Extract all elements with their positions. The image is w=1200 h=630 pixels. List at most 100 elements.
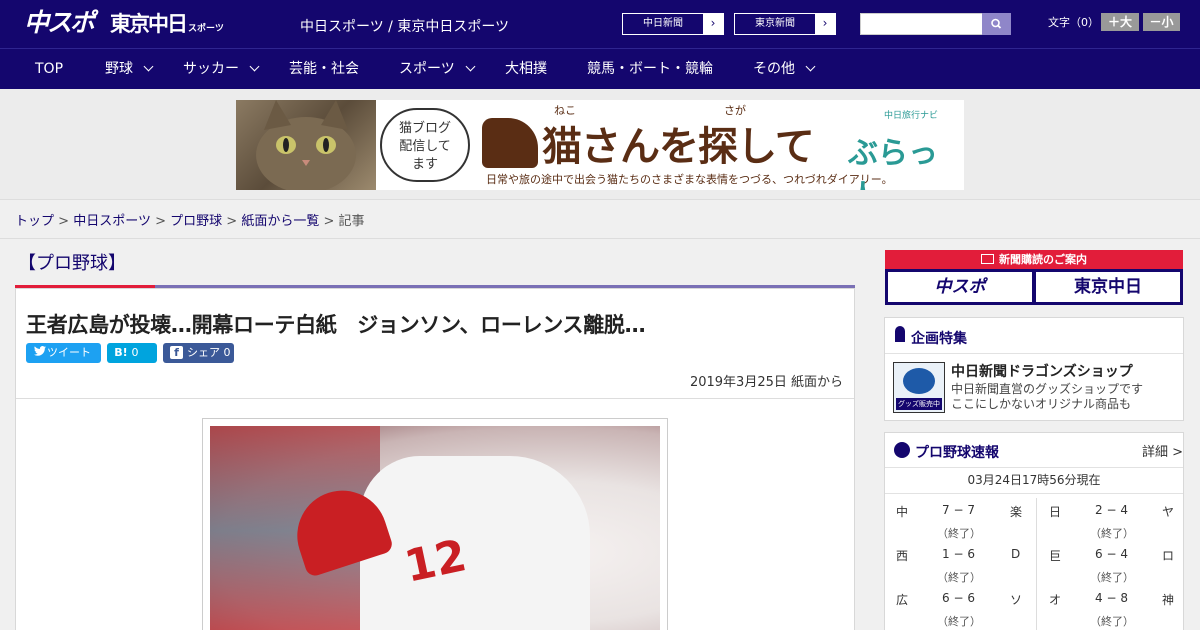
dragons-shop-link[interactable]: 中日新聞ドラゴンズショップ — [951, 361, 1133, 381]
cat-blog-banner[interactable]: 猫ブログ 配信して ます ねこ さが 猫さんを探して 日常や旅の途中で出会う猫た… — [236, 100, 964, 190]
tweet-button[interactable]: ツイート — [26, 343, 101, 363]
subscription-header[interactable]: 新聞購読のご案内 — [885, 250, 1183, 269]
breadcrumb-top[interactable]: トップ — [15, 214, 54, 229]
nav-sumo[interactable]: 大相撲 — [505, 49, 547, 89]
game-away: ソ — [1010, 593, 1023, 607]
nav-entertainment-label: 芸能・社会 — [289, 61, 359, 77]
chevron-down-icon — [249, 61, 260, 72]
game-home: 西 — [896, 549, 909, 563]
chevron-down-icon — [143, 61, 154, 72]
banner-speech-text: 猫ブログ 配信して ます — [398, 121, 451, 172]
nav-other-label: その他 — [753, 61, 795, 77]
hatena-count: 0 — [131, 346, 139, 359]
nav-sumo-label: 大相撲 — [505, 61, 547, 77]
tweet-label: ツイート — [47, 346, 91, 359]
game-score[interactable]: 2 − 4 — [1095, 503, 1128, 517]
font-increase-button[interactable]: ＋大 — [1101, 13, 1139, 31]
article-photo[interactable]: 12 — [210, 426, 660, 630]
game-away: 神 — [1162, 593, 1175, 607]
game-score[interactable]: 6 − 6 — [942, 591, 975, 605]
breadcrumb-current: 記事 — [338, 214, 365, 229]
article-divider — [16, 398, 854, 399]
main-nav: TOP 野球 サッカー 芸能・社会 スポーツ 大相撲 競馬・ボート・競輪 その他 — [0, 48, 1200, 89]
chevron-down-icon — [805, 61, 816, 72]
cat-silhouette-icon — [482, 118, 538, 168]
tokyo-shimbun-button[interactable]: 東京新聞 › — [734, 13, 836, 35]
feature-desc-line-2: ここにしかないオリジナル商品も — [951, 397, 1132, 411]
breadcrumb-separator: > — [155, 214, 166, 229]
breadcrumb-separator: > — [58, 214, 70, 229]
nav-top[interactable]: TOP — [35, 49, 63, 89]
dragons-shop-thumbnail[interactable]: グッズ販売中 — [893, 362, 945, 413]
baseball-icon — [894, 442, 910, 458]
ribbon-icon — [895, 326, 905, 342]
banner-brand: ぶらっ人 — [848, 136, 938, 190]
nav-sports[interactable]: スポーツ — [399, 49, 476, 89]
tokyo-chunichi-logo[interactable]: 東京中日 スポーツ — [110, 9, 224, 39]
scores-detail-link[interactable]: 詳細 > — [1142, 441, 1183, 460]
nav-baseball[interactable]: 野球 — [105, 49, 154, 89]
game-score[interactable]: 4 − 8 — [1095, 591, 1128, 605]
game-score[interactable]: 6 − 4 — [1095, 547, 1128, 561]
game-home: 日 — [1049, 505, 1062, 519]
search-input[interactable] — [860, 13, 983, 35]
mascot-icon — [903, 368, 935, 394]
game-away: 楽 — [1010, 505, 1023, 519]
breadcrumb: トップ > 中日スポーツ > プロ野球 > 紙面から一覧 > 記事 — [15, 210, 365, 229]
breadcrumb-separator: > — [323, 214, 335, 229]
scores-heading: プロ野球速報 — [915, 445, 999, 461]
search-button[interactable] — [982, 13, 1011, 35]
photo-uniform — [360, 456, 590, 630]
game-score[interactable]: 7 − 7 — [942, 503, 975, 517]
breadcrumb-paper-list[interactable]: 紙面から一覧 — [241, 214, 319, 229]
site-title[interactable]: 中日スポーツ / 東京中日スポーツ — [300, 16, 509, 36]
category-underline-accent — [15, 285, 155, 288]
nav-entertainment[interactable]: 芸能・社会 — [289, 49, 359, 89]
dragons-shop-desc: 中日新聞直営のグッズショップです ここにしかないオリジナル商品も — [951, 382, 1143, 412]
tokyo-chunichi-logo-text: 東京中日 — [110, 12, 188, 36]
game-status: （終了） — [937, 615, 981, 628]
game-away: ヤ — [1162, 505, 1175, 519]
game-away: ロ — [1162, 549, 1175, 563]
cat-photo — [236, 100, 376, 190]
game-status: （終了） — [1090, 527, 1134, 540]
breadcrumb-pro-baseball[interactable]: プロ野球 — [170, 214, 222, 229]
font-decrease-button[interactable]: －小 — [1143, 13, 1180, 31]
chunichi-shimbun-button[interactable]: 中日新聞 › — [622, 13, 724, 35]
hatena-bookmark-button[interactable]: B! 0 — [107, 343, 157, 363]
nav-racing-label: 競馬・ボート・競輪 — [587, 61, 713, 77]
banner-subtext: 日常や旅の途中で出会う猫たちのさまざまな表情をつづる、つれづれダイアリー。 — [486, 173, 893, 186]
scores-divider — [885, 493, 1183, 494]
facebook-share-button[interactable]: f シェア 0 — [163, 343, 234, 363]
game-status: （終了） — [937, 571, 981, 584]
chevron-right-icon: › — [815, 14, 835, 34]
hatena-icon: B! — [114, 346, 128, 359]
subscription-header-label: 新聞購読のご案内 — [999, 253, 1087, 266]
tokyo-shimbun-label: 東京新聞 — [755, 18, 795, 29]
nav-top-label: TOP — [35, 61, 64, 77]
game-score[interactable]: 1 − 6 — [942, 547, 975, 561]
game-status: （終了） — [1090, 615, 1134, 628]
subscribe-chuspo-button[interactable]: 中スポ — [888, 272, 1032, 302]
game-home: 巨 — [1049, 549, 1062, 563]
article-date: 2019年3月25日 紙面から — [689, 375, 843, 390]
font-size-label: 文字（0） — [1048, 16, 1099, 29]
scores-timestamp: 03月24日17時56分現在 — [967, 473, 1101, 487]
breadcrumb-divider — [0, 238, 1200, 239]
nav-sports-label: スポーツ — [399, 61, 455, 77]
subscribe-tokyo-chunichi-button[interactable]: 東京中日 — [1036, 272, 1180, 302]
banner-headline: 猫さんを探して — [542, 124, 815, 170]
search-icon — [991, 18, 1002, 29]
chuspo-logo[interactable]: 中スポ — [24, 7, 95, 39]
feature-desc-line-1: 中日新聞直営のグッズショップです — [951, 382, 1144, 396]
tokyo-chunichi-logo-small: スポーツ — [188, 24, 224, 34]
breadcrumb-chuspo[interactable]: 中日スポーツ — [73, 214, 151, 229]
game-status: （終了） — [1090, 571, 1134, 584]
nav-other[interactable]: その他 — [753, 49, 816, 89]
scores-divider — [885, 467, 1183, 468]
game-home: オ — [1049, 593, 1062, 607]
facebook-icon: f — [170, 346, 183, 359]
feature-heading: 企画特集 — [911, 331, 967, 347]
nav-soccer[interactable]: サッカー — [183, 49, 260, 89]
nav-racing[interactable]: 競馬・ボート・競輪 — [587, 49, 713, 89]
